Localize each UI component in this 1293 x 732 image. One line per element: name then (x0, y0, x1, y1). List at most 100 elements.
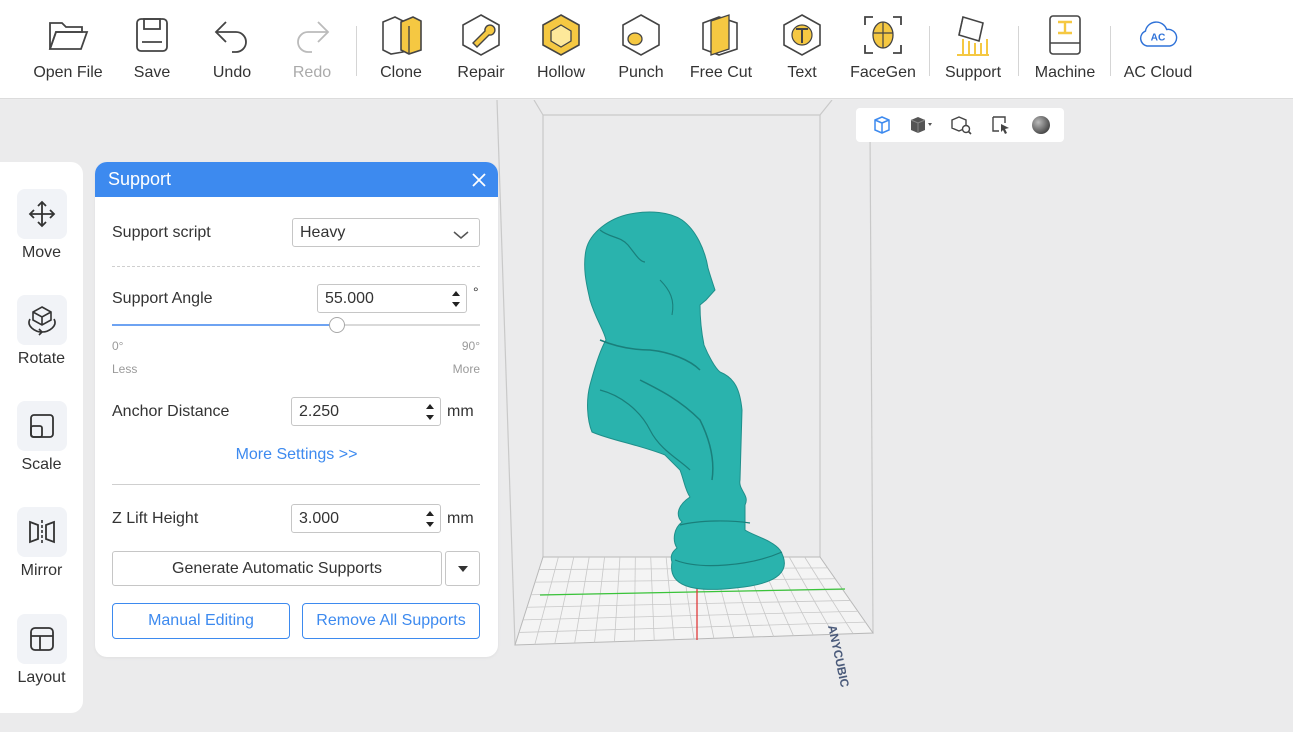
support-icon (951, 12, 995, 58)
left-tool-sidebar: Move Rotate Scale Mirror Layout (0, 162, 83, 713)
scale-icon (16, 401, 67, 451)
shading-mode-icon[interactable] (908, 112, 934, 138)
clone-label: Clone (380, 64, 422, 81)
spinner-arrows-icon[interactable] (424, 508, 436, 530)
remove-all-supports-button[interactable]: Remove All Supports (302, 603, 480, 639)
redo-label: Redo (292, 64, 332, 81)
z-lift-height-value: 3.000 (299, 509, 340, 527)
facegen-icon (861, 12, 905, 58)
anchor-distance-unit: mm (447, 403, 474, 420)
chevron-down-icon (453, 227, 469, 245)
move-tool-button[interactable]: Move (0, 189, 83, 262)
support-script-label: Support script (112, 224, 211, 241)
repair-button[interactable]: Repair (455, 12, 507, 90)
save-icon (130, 12, 174, 58)
z-lift-height-spinbox[interactable]: 3.000 (291, 504, 441, 533)
view-tools-bar (856, 108, 1064, 142)
move-icon (16, 189, 67, 239)
save-label: Save (133, 64, 171, 81)
undo-button[interactable]: Undo (207, 12, 257, 90)
slider-thumb[interactable] (328, 317, 345, 333)
more-settings-link[interactable]: More Settings >> (95, 446, 498, 464)
clone-button[interactable]: Clone (376, 12, 426, 90)
rotate-tool-button[interactable]: Rotate (0, 295, 83, 368)
open-file-label: Open File (33, 64, 103, 81)
support-angle-spinbox[interactable]: 55.000 (317, 284, 467, 313)
anchor-distance-value: 2.250 (299, 402, 340, 420)
bust-3d-model[interactable] (584, 211, 785, 590)
spinner-arrows-icon[interactable] (424, 401, 436, 423)
redo-button[interactable]: Redo (287, 12, 337, 90)
open-file-button[interactable]: Open File (28, 12, 108, 90)
toolbar-divider (1110, 26, 1111, 76)
scale-tool-button[interactable]: Scale (0, 401, 83, 474)
support-angle-slider[interactable] (112, 317, 480, 333)
select-cursor-icon[interactable] (988, 112, 1014, 138)
text-button[interactable]: Text (779, 12, 825, 90)
free-cut-icon (699, 12, 743, 58)
repair-icon (459, 12, 503, 58)
machine-label: Machine (1034, 64, 1096, 81)
undo-icon (210, 12, 254, 58)
support-script-value: Heavy (300, 223, 346, 241)
generate-automatic-supports-button[interactable]: Generate Automatic Supports (112, 551, 442, 586)
support-angle-unit: ° (473, 284, 479, 300)
panel-title: Support (108, 169, 172, 189)
section-divider (112, 266, 480, 267)
layout-label: Layout (17, 669, 66, 686)
layout-tool-button[interactable]: Layout (0, 614, 83, 687)
angle-less-hint: Less (112, 362, 138, 376)
manual-editing-button[interactable]: Manual Editing (112, 603, 290, 639)
save-button[interactable]: Save (128, 12, 176, 90)
facegen-label: FaceGen (850, 64, 916, 81)
text-icon (780, 12, 824, 58)
punch-icon (619, 12, 663, 58)
free-cut-label: Free Cut (689, 64, 753, 81)
generate-options-dropdown[interactable] (445, 551, 480, 586)
ac-cloud-badge: AC (1151, 33, 1166, 44)
layout-icon (16, 614, 67, 664)
hollow-icon (539, 12, 583, 58)
rotate-label: Rotate (17, 350, 66, 367)
zoom-fit-icon[interactable] (948, 112, 974, 138)
machine-button[interactable]: Machine (1030, 12, 1100, 90)
facegen-button[interactable]: FaceGen (848, 12, 918, 90)
punch-button[interactable]: Punch (614, 12, 668, 90)
scale-label: Scale (21, 456, 62, 473)
hollow-button[interactable]: Hollow (532, 12, 590, 90)
punch-label: Punch (618, 64, 664, 81)
caret-down-icon (457, 560, 469, 578)
z-lift-height-label: Z Lift Height (112, 510, 199, 527)
machine-icon (1043, 12, 1087, 58)
toolbar-divider (356, 26, 357, 76)
support-label: Support (944, 64, 1002, 81)
free-cut-button[interactable]: Free Cut (687, 12, 755, 90)
angle-min-label: 0° (112, 339, 124, 353)
folder-icon (46, 12, 90, 58)
angle-more-hint: More (452, 362, 480, 376)
section-divider (112, 484, 480, 485)
move-label: Move (21, 244, 62, 261)
spinner-arrows-icon[interactable] (450, 288, 462, 310)
support-angle-label: Support Angle (112, 290, 213, 307)
material-sphere-icon[interactable] (1028, 112, 1054, 138)
z-lift-height-unit: mm (447, 510, 474, 527)
hollow-label: Hollow (536, 64, 585, 81)
repair-label: Repair (457, 64, 505, 81)
ac-cloud-label: AC Cloud (1123, 64, 1193, 81)
undo-label: Undo (212, 64, 252, 81)
text-label: Text (787, 64, 817, 81)
mirror-icon (16, 507, 67, 557)
view-cube-icon[interactable] (868, 112, 894, 138)
toolbar-divider (1018, 26, 1019, 76)
mirror-tool-button[interactable]: Mirror (0, 507, 83, 580)
anchor-distance-label: Anchor Distance (112, 403, 230, 420)
close-icon[interactable] (468, 169, 490, 191)
anchor-distance-spinbox[interactable]: 2.250 (291, 397, 441, 426)
toolbar-divider (929, 26, 930, 76)
ac-cloud-icon: AC (1136, 12, 1180, 58)
support-panel-header: Support (95, 162, 498, 197)
support-script-select[interactable]: Heavy (292, 218, 480, 247)
support-button[interactable]: Support (940, 12, 1006, 90)
ac-cloud-button[interactable]: AC AC Cloud (1121, 12, 1195, 90)
